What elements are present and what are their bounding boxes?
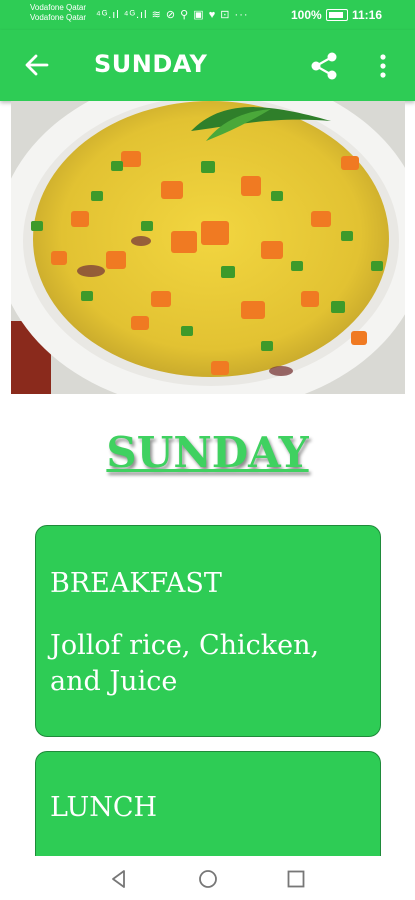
carrier-names: Vodafone Qatar Vodafone Qatar [30,3,86,23]
clock: 11:16 [352,8,383,22]
square-recents-icon [287,870,305,888]
nav-recents-button[interactable] [285,868,307,890]
meal-title: LUNCH [50,792,158,823]
nav-home-button[interactable] [197,868,219,890]
jollof-rice-image [11,101,405,394]
status-icons: ⁴ᴳ.ıl ⁴ᴳ.ıl ≋ ⊘ ⚲ ▣ ♥ ⊡ ··· [96,9,249,21]
battery-icon [326,9,348,21]
battery-percent: 100% [291,8,322,22]
more-options-button[interactable] [370,50,396,82]
system-navigation-bar [0,856,415,900]
share-button[interactable] [308,50,340,82]
day-heading: SUNDAY [106,428,309,477]
carrier-line-1: Vodafone Qatar [30,3,87,12]
hero-image [11,101,405,394]
circle-home-icon [199,870,217,888]
app-bar-title: SUNDAY [94,50,208,78]
nav-back-button[interactable] [108,868,130,890]
triangle-back-icon [112,870,125,888]
meal-description: Jollof rice, Chicken, and Juice [50,630,320,697]
meal-card-breakfast[interactable]: BREAKFAST Jollof rice, Chicken, and Juic… [35,525,381,737]
app-bar: SUNDAY [0,30,415,101]
more-vert-icon [380,54,386,78]
arrow-left-icon [25,54,49,76]
share-icon [311,52,337,80]
meal-title: BREAKFAST [50,568,222,599]
back-button[interactable] [22,50,52,80]
status-bar: Vodafone Qatar Vodafone Qatar ⁴ᴳ.ıl ⁴ᴳ.ı… [0,0,415,30]
carrier-line-2: Vodafone Qatar [30,13,87,22]
